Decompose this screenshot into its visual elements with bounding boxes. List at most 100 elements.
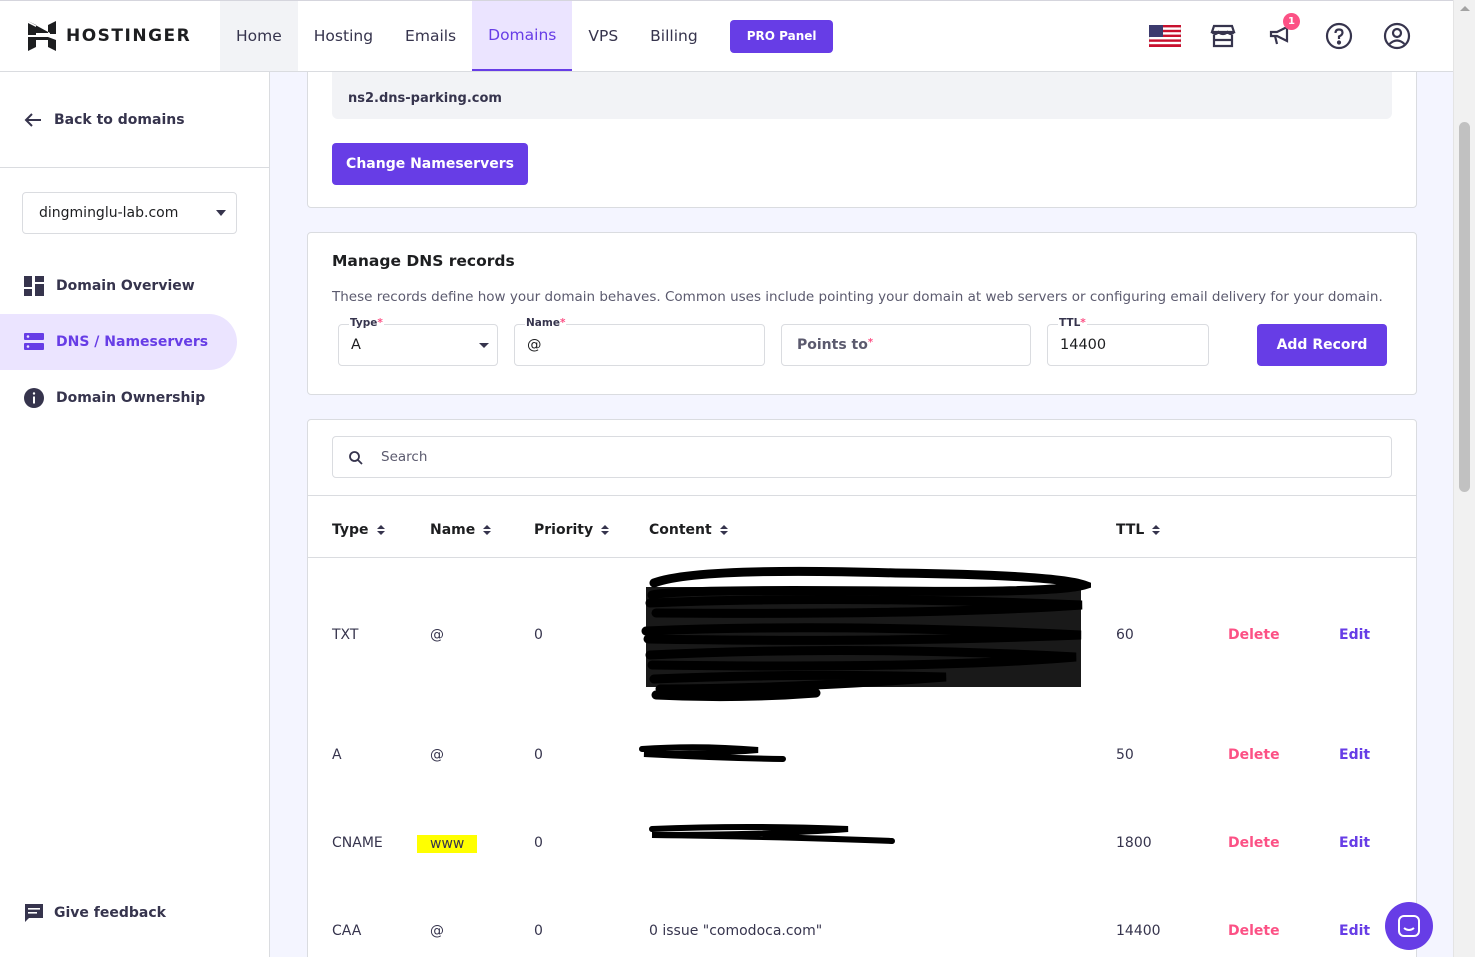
column-content[interactable]: Content <box>649 522 728 538</box>
sort-icon <box>601 525 610 535</box>
nameserver-list: ns2.dns-parking.com <box>332 72 1392 119</box>
scroll-up-icon[interactable] <box>1460 6 1470 11</box>
record-priority: 0 <box>534 835 543 851</box>
back-to-domains-link[interactable]: Back to domains <box>0 72 269 168</box>
column-label: Priority <box>534 522 594 538</box>
column-name[interactable]: Name <box>430 522 492 538</box>
delete-button[interactable]: Delete <box>1228 627 1280 643</box>
column-label: Type <box>332 522 369 538</box>
sidebar-item-label: Domain Overview <box>56 278 195 294</box>
brand-name: HOSTINGER <box>66 26 192 46</box>
add-record-button[interactable]: Add Record <box>1257 324 1387 366</box>
record-ttl: 60 <box>1116 627 1134 643</box>
sort-icon <box>719 525 728 535</box>
give-feedback-button[interactable]: Give feedback <box>24 903 166 923</box>
scrollbar-thumb[interactable] <box>1459 122 1470 492</box>
edit-button[interactable]: Edit <box>1339 835 1370 851</box>
main-nav: Home Hosting Emails Domains VPS Billing … <box>220 1 834 71</box>
name-input[interactable]: Name* @ <box>514 317 765 366</box>
notification-badge: 1 <box>1283 13 1300 30</box>
us-flag-icon[interactable] <box>1149 20 1181 52</box>
nav-emails[interactable]: Emails <box>389 1 472 71</box>
search-icon <box>349 451 363 465</box>
points-to-placeholder: Points to <box>797 337 868 353</box>
domain-select-value: dingminglu-lab.com <box>39 205 179 221</box>
caret-down-icon <box>216 210 226 216</box>
megaphone-icon[interactable]: 1 <box>1265 13 1300 52</box>
page-scrollbar[interactable] <box>1453 0 1475 957</box>
hostinger-logo-icon <box>28 21 56 51</box>
column-type[interactable]: Type <box>332 522 385 538</box>
record-priority: 0 <box>534 923 543 939</box>
nav-vps[interactable]: VPS <box>572 1 634 71</box>
nav-home[interactable]: Home <box>220 1 298 71</box>
edit-button[interactable]: Edit <box>1339 747 1370 763</box>
edit-button[interactable]: Edit <box>1339 923 1370 939</box>
nameserver-2: ns2.dns-parking.com <box>348 91 502 106</box>
ttl-label: TTL <box>1059 317 1081 329</box>
record-ttl: 50 <box>1116 747 1134 763</box>
record-content: 0 issue "comodoca.com" <box>649 923 823 939</box>
record-name: @ <box>430 747 444 763</box>
sidebar-item-label: Domain Ownership <box>56 390 206 406</box>
hostinger-logo[interactable]: HOSTINGER <box>0 1 220 71</box>
redaction-scribble <box>649 824 895 844</box>
sidebar-item-label: DNS / Nameservers <box>56 334 209 350</box>
delete-button[interactable]: Delete <box>1228 923 1280 939</box>
nav-domains[interactable]: Domains <box>472 1 573 71</box>
table-header: Type Name Priority Content TTL <box>308 495 1416 558</box>
section-description: These records define how your domain beh… <box>332 289 1383 305</box>
change-nameservers-button[interactable]: Change Nameservers <box>332 143 528 185</box>
store-icon[interactable] <box>1207 20 1239 52</box>
type-label: Type <box>350 317 378 329</box>
back-label: Back to domains <box>54 111 185 128</box>
points-to-input[interactable]: Points to* <box>781 324 1031 366</box>
chat-button[interactable] <box>1385 902 1433 950</box>
info-icon <box>24 388 44 408</box>
column-label: Name <box>430 522 476 538</box>
type-select[interactable]: Type* A <box>338 317 498 366</box>
column-label: TTL <box>1116 522 1145 538</box>
nav-hosting[interactable]: Hosting <box>298 1 389 71</box>
edit-button[interactable]: Edit <box>1339 627 1370 643</box>
record-priority: 0 <box>534 627 543 643</box>
redaction-scribble <box>639 744 786 762</box>
sidebar-item-domain-ownership[interactable]: Domain Ownership <box>0 370 237 426</box>
record-ttl: 14400 <box>1116 923 1161 939</box>
record-type: CNAME <box>332 835 383 851</box>
ttl-value: 14400 <box>1060 337 1107 353</box>
record-type: CAA <box>332 923 362 939</box>
column-priority[interactable]: Priority <box>534 522 610 538</box>
pro-panel-button[interactable]: PRO Panel <box>729 19 834 53</box>
feedback-label: Give feedback <box>54 905 166 921</box>
sidebar-item-domain-overview[interactable]: Domain Overview <box>0 258 237 314</box>
nameservers-card: ns2.dns-parking.com Change Nameservers <box>307 72 1417 208</box>
nav-billing[interactable]: Billing <box>634 1 714 71</box>
account-icon[interactable] <box>1381 20 1413 52</box>
domain-select[interactable]: dingminglu-lab.com <box>22 192 237 234</box>
sort-icon <box>376 525 385 535</box>
ttl-input[interactable]: TTL* 14400 <box>1047 317 1209 366</box>
manage-dns-card: Manage DNS records These records define … <box>307 232 1417 395</box>
type-value: A <box>351 337 361 353</box>
top-navigation-bar: HOSTINGER Home Hosting Emails Domains VP… <box>0 0 1453 72</box>
record-ttl: 1800 <box>1116 835 1152 851</box>
main-content: ns2.dns-parking.com Change Nameservers M… <box>270 72 1453 957</box>
chat-icon <box>1398 915 1420 937</box>
delete-button[interactable]: Delete <box>1228 747 1280 763</box>
sidebar-item-dns-nameservers[interactable]: DNS / Nameservers <box>0 314 237 370</box>
column-ttl[interactable]: TTL <box>1116 522 1161 538</box>
help-icon[interactable] <box>1323 20 1355 52</box>
record-priority: 0 <box>534 747 543 763</box>
sort-icon <box>483 525 492 535</box>
dns-records-table-card: Search Type Name Priority Content TTL TX… <box>307 419 1417 957</box>
delete-button[interactable]: Delete <box>1228 835 1280 851</box>
name-value: @ <box>527 337 542 353</box>
sort-icon <box>1152 525 1161 535</box>
sidebar: Back to domains dingminglu-lab.com Domai… <box>0 72 270 957</box>
server-icon <box>24 333 44 350</box>
search-input[interactable]: Search <box>332 436 1392 478</box>
record-type: TXT <box>332 627 359 643</box>
column-label: Content <box>649 522 712 538</box>
feedback-icon <box>25 904 43 922</box>
